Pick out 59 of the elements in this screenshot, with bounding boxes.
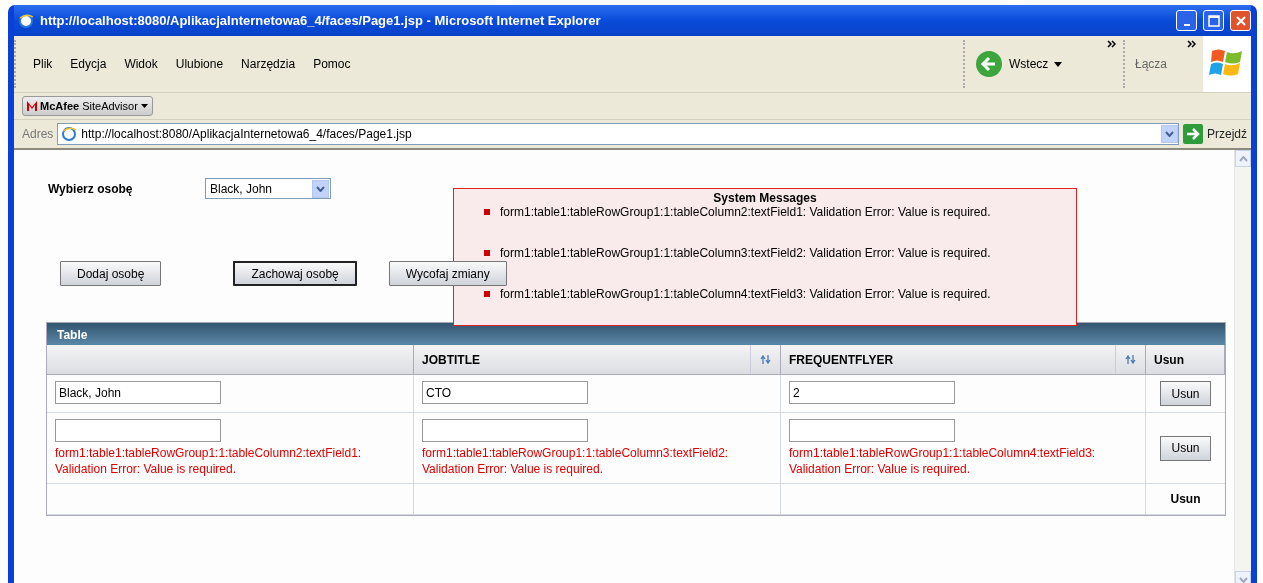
column-title: FREQUENTFLYER <box>789 351 894 369</box>
person-select-label: Wybierz osobę <box>48 180 134 198</box>
text-field[interactable]: Black, John <box>55 381 221 404</box>
window-title: http://localhost:8080/AplikacjaInternetowa6_4/faces/Page1.jsp - Microsoft Internet Explorer <box>40 11 602 30</box>
delete-button[interactable]: Usun <box>1160 381 1211 406</box>
address-label: Adres <box>22 126 54 143</box>
minimize-button[interactable] <box>1176 10 1197 31</box>
menu-item[interactable]: Narzędzia <box>232 55 305 73</box>
menu-item[interactable]: Edycja <box>61 55 116 73</box>
bullet-icon <box>484 209 490 216</box>
menu-item[interactable]: Widok <box>115 55 167 73</box>
back-button[interactable]: Wstecz <box>1009 55 1049 73</box>
bullet-icon <box>484 291 490 298</box>
column-title: JOBTITLE <box>422 351 480 369</box>
dropdown-caret-icon[interactable] <box>1054 61 1063 67</box>
scroll-up-button[interactable] <box>1235 150 1251 167</box>
sort-icon[interactable] <box>1125 355 1136 364</box>
menu-item[interactable]: Pomoc <box>304 55 360 73</box>
dropdown-caret-icon <box>140 104 148 108</box>
text-field[interactable]: CTO <box>422 381 588 404</box>
browser-logo-icon <box>18 12 34 29</box>
links-label[interactable]: Łącza <box>1135 55 1168 73</box>
scroll-down-button[interactable] <box>1235 571 1251 583</box>
delete-label: Usun <box>1170 491 1201 509</box>
table-title: Table <box>47 323 1225 345</box>
error-message: form1:table1:tableRowGroup1:1:tableColumn2:textField1: Validation Error: Value is required. <box>500 205 991 222</box>
text-field[interactable]: 2 <box>789 381 955 404</box>
delete-button[interactable]: Usun <box>1160 435 1211 461</box>
error-message: form1:table1:tableRowGroup1:1:tableColumn4:textField3: Validation Error: Value is required. <box>500 286 991 304</box>
sort-icon[interactable] <box>760 355 771 364</box>
m-logo-icon <box>27 101 37 111</box>
person-select[interactable]: Black, John <box>205 178 331 199</box>
page-icon <box>61 126 78 142</box>
maximize-icon <box>1207 14 1220 27</box>
minimize-icon <box>1183 23 1190 26</box>
go-button[interactable]: Przejdź <box>1183 124 1247 144</box>
text-field[interactable] <box>789 419 955 442</box>
menu-item[interactable]: Ulubione <box>166 55 233 73</box>
system-messages-title: System Messages <box>712 191 818 206</box>
bullet-icon <box>484 250 490 257</box>
close-button[interactable] <box>1230 10 1251 31</box>
siteadvisor-button[interactable]: McAfee SiteAdvisor <box>22 95 153 117</box>
maximize-button[interactable] <box>1203 10 1224 31</box>
close-icon <box>1234 14 1247 27</box>
text-field[interactable] <box>55 419 221 442</box>
menu-item[interactable]: Plik <box>24 55 62 73</box>
action-button[interactable]: Dodaj osobę <box>60 261 162 286</box>
chevron-icon[interactable] <box>1187 40 1197 48</box>
action-button[interactable]: Zachowaj osobę <box>233 261 357 286</box>
text-field[interactable] <box>422 419 588 442</box>
address-field[interactable]: http://localhost:8080/AplikacjaInternetowa6_4/faces/Page1.jsp <box>57 123 1179 145</box>
validation-error: form1:table1:tableRowGroup1:1:tableColumn3:textField2: Validation Error: Value is required. <box>422 445 730 478</box>
error-message: form1:table1:tableRowGroup1:1:tableColumn3:textField2: Validation Error: Value is required. <box>500 245 991 263</box>
validation-error: form1:table1:tableRowGroup1:1:tableColumn2:textField1: Validation Error: Value is required. <box>55 445 363 478</box>
column-title: Usun <box>1154 351 1184 369</box>
validation-error: form1:table1:tableRowGroup1:1:tableColumn4:textField3: Validation Error: Value is required. <box>789 445 1097 478</box>
chevron-icon[interactable] <box>1107 40 1117 48</box>
go-arrow-icon <box>1183 124 1203 144</box>
action-button[interactable]: Wycofaj zmiany <box>388 261 507 286</box>
